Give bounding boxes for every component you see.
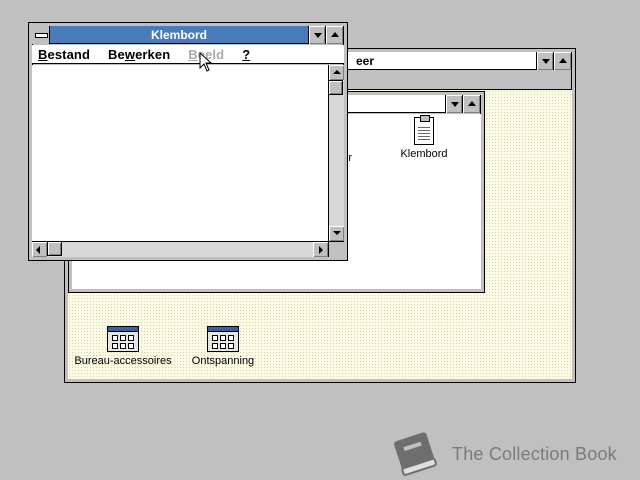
arrow-right-icon	[319, 246, 323, 254]
vertical-scroll-thumb[interactable]	[328, 80, 343, 95]
vertical-scrollbar[interactable]	[328, 65, 344, 241]
watermark: The Collection Book	[388, 430, 617, 478]
clipboard-icon	[414, 115, 434, 145]
maximize-arrow-icon	[559, 58, 567, 63]
group-icon-bureau-accessoires[interactable]: Bureau-accessoires	[72, 326, 174, 367]
program-group-icon	[207, 326, 239, 352]
book-icon	[394, 432, 437, 476]
horizontal-scroll-thumb[interactable]	[47, 241, 62, 256]
scroll-up-button[interactable]	[329, 65, 344, 80]
maximize-button[interactable]	[326, 26, 344, 44]
clipboard-titlebar[interactable]: Klembord	[32, 26, 344, 44]
watermark-text: The Collection Book	[452, 443, 617, 464]
group-maximize-button[interactable]	[463, 95, 481, 113]
clipboard-menubar: Bestand Bewerken Beeld ?	[32, 45, 344, 64]
maximize-arrow-icon	[468, 101, 476, 106]
maximize-arrow-icon	[331, 32, 339, 37]
minimize-button[interactable]	[536, 52, 554, 70]
clipboard-window: Klembord Bestand Bewerken Beeld ?	[28, 22, 348, 261]
system-menu-button[interactable]	[32, 26, 50, 44]
maximize-button[interactable]	[554, 52, 572, 70]
scroll-left-button[interactable]	[32, 242, 47, 257]
menu-bewerken[interactable]: Bewerken	[108, 47, 170, 62]
group-icon-label: Bureau-accessoires	[74, 355, 172, 367]
minimize-arrow-icon	[314, 33, 322, 38]
scroll-right-button[interactable]	[313, 242, 328, 257]
mouse-pointer-icon	[199, 52, 213, 72]
arrow-down-icon	[333, 231, 341, 235]
clipboard-title: Klembord	[50, 26, 308, 43]
scroll-down-button[interactable]	[329, 226, 344, 241]
program-icon-klembord[interactable]: Klembord	[394, 115, 454, 160]
menu-bestand[interactable]: Bestand	[38, 47, 90, 62]
arrow-left-icon	[36, 246, 40, 254]
program-icon-label: Klembord	[400, 148, 448, 160]
group-icon-label: Ontspanning	[191, 355, 255, 367]
scrollbar-corner	[328, 241, 344, 257]
arrow-up-icon	[333, 70, 341, 74]
clipboard-content[interactable]	[32, 65, 328, 241]
minimize-arrow-icon	[451, 102, 459, 107]
minimize-button[interactable]	[308, 26, 326, 44]
group-minimize-button[interactable]	[445, 95, 463, 113]
menu-help[interactable]: ?	[242, 47, 250, 62]
minimize-arrow-icon	[542, 59, 550, 64]
horizontal-scrollbar[interactable]	[32, 241, 328, 257]
program-group-icon	[107, 326, 139, 352]
group-icon-ontspanning[interactable]: Ontspanning	[184, 326, 262, 367]
